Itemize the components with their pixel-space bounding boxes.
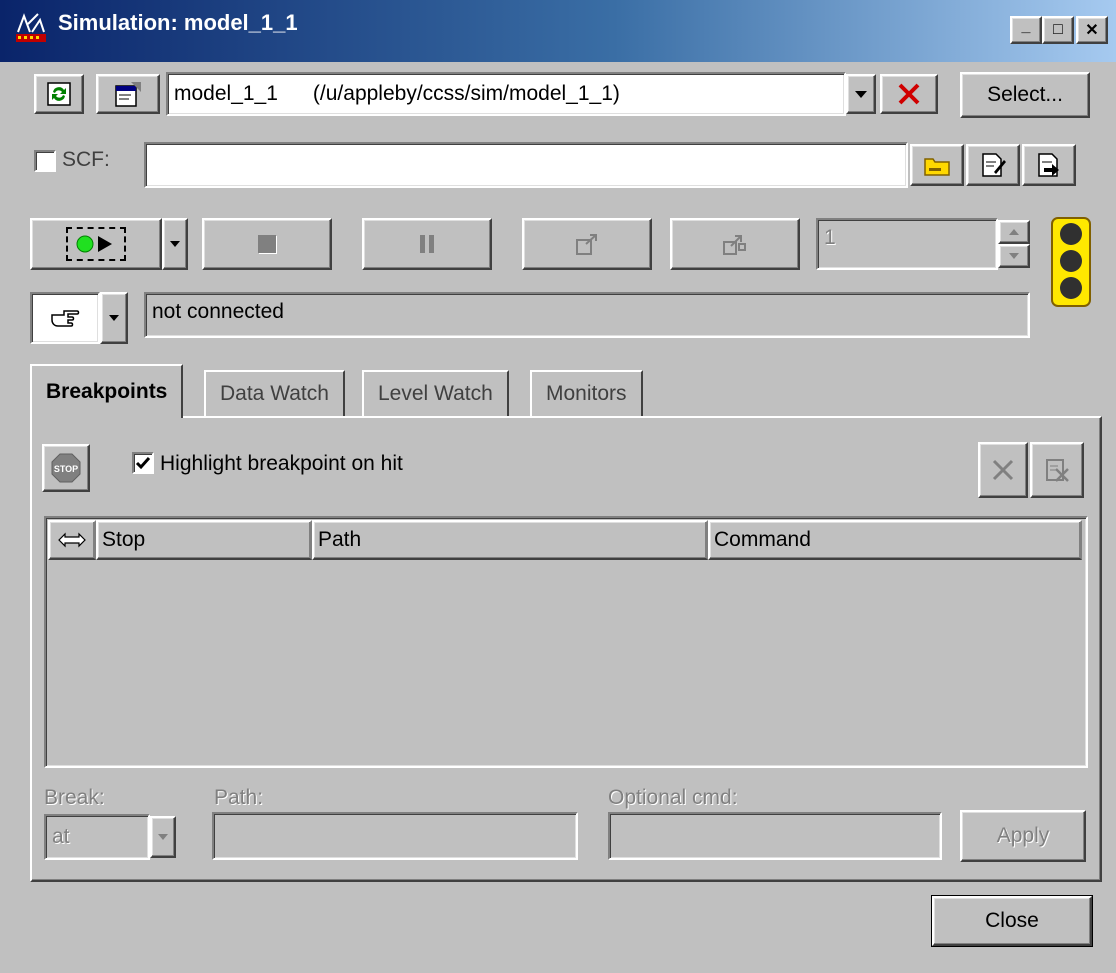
stop-button[interactable] xyxy=(202,218,332,270)
close-label: Close xyxy=(985,909,1039,932)
tab-monitors-label: Monitors xyxy=(546,382,627,405)
model-value: model_1_1 (/u/appleby/ccss/sim/model_1_1… xyxy=(174,82,620,105)
maximize-icon: □ xyxy=(1053,21,1063,38)
scf-label: SCF: xyxy=(62,148,110,171)
tab-level-watch[interactable]: Level Watch xyxy=(362,370,509,416)
minimize-button[interactable]: _ xyxy=(1010,16,1042,44)
apply-button[interactable]: Apply xyxy=(960,810,1086,862)
folder-icon xyxy=(924,158,950,176)
traffic-light-icon xyxy=(1050,216,1092,308)
step-count-field[interactable]: 1 xyxy=(816,218,998,270)
highlight-checkbox[interactable] xyxy=(132,452,154,474)
optional-cmd-field[interactable] xyxy=(608,812,942,860)
hand-pointer-icon xyxy=(51,310,80,327)
minimize-icon: _ xyxy=(1021,18,1031,35)
step-over-button[interactable] xyxy=(670,218,800,270)
tab-level-watch-label: Level Watch xyxy=(378,382,493,405)
path-field[interactable] xyxy=(212,812,578,860)
clear-model-button[interactable] xyxy=(880,74,938,114)
refresh-icon xyxy=(47,82,71,106)
step-button[interactable] xyxy=(522,218,652,270)
model-properties-button[interactable] xyxy=(96,74,160,114)
column-header-stop[interactable]: Stop xyxy=(96,520,312,560)
refresh-model-button[interactable] xyxy=(34,74,84,114)
spin-up-icon xyxy=(1009,229,1019,235)
maximize-button[interactable]: □ xyxy=(1042,16,1074,44)
apply-label: Apply xyxy=(996,824,1050,847)
column-path-label: Path xyxy=(318,528,362,551)
model-combobox[interactable]: model_1_1 (/u/appleby/ccss/sim/model_1_1… xyxy=(166,72,846,116)
run-mode-dropdown[interactable] xyxy=(162,218,188,270)
title-bar: Simulation: model_1_1 _ □ ✕ xyxy=(0,0,1116,64)
spin-down-icon xyxy=(1009,253,1019,259)
red-x-icon xyxy=(898,83,920,105)
delete-breakpoint-button[interactable] xyxy=(978,442,1028,498)
delete-x-icon xyxy=(992,459,1014,481)
load-document-icon xyxy=(1038,153,1059,177)
close-window-button[interactable]: ✕ xyxy=(1076,16,1108,44)
column-command-label: Command xyxy=(714,528,811,551)
chevron-down-icon xyxy=(855,91,867,98)
focus-rect xyxy=(66,227,126,261)
scf-path-field[interactable] xyxy=(144,142,908,188)
break-select[interactable]: at xyxy=(44,814,150,860)
scf-checkbox[interactable] xyxy=(34,150,56,172)
delete-all-breakpoints-button[interactable] xyxy=(1030,442,1084,498)
resize-horizontal-icon xyxy=(58,532,86,548)
close-icon: ✕ xyxy=(1085,22,1099,39)
stop-sign-text: STOP xyxy=(54,464,78,474)
chevron-down-icon xyxy=(170,241,180,247)
pause-button[interactable] xyxy=(362,218,492,270)
run-icon xyxy=(76,235,112,253)
window-title: Simulation: model_1_1 xyxy=(58,10,298,35)
tab-data-watch-label: Data Watch xyxy=(220,382,329,405)
column-header-command[interactable]: Command xyxy=(708,520,1082,560)
tab-breakpoints[interactable]: Breakpoints xyxy=(30,364,184,418)
tab-monitors[interactable]: Monitors xyxy=(530,370,643,416)
path-label: Path: xyxy=(214,786,264,809)
step-count-value: 1 xyxy=(824,226,836,249)
step-icon xyxy=(576,234,597,255)
chevron-down-icon xyxy=(109,315,119,321)
column-stop-label: Stop xyxy=(102,528,146,551)
properties-icon xyxy=(115,82,141,107)
scf-edit-button[interactable] xyxy=(966,144,1020,186)
app-icon xyxy=(14,10,48,44)
optional-cmd-label: Optional cmd: xyxy=(608,786,738,809)
highlight-label: Highlight breakpoint on hit xyxy=(160,452,403,475)
checkmark-icon xyxy=(135,457,151,470)
step-over-icon xyxy=(723,235,746,255)
delete-all-icon xyxy=(1046,459,1069,482)
connect-mode-dropdown[interactable] xyxy=(100,292,128,344)
select-label: Select... xyxy=(987,83,1063,106)
column-resize-handle[interactable] xyxy=(48,520,96,560)
model-dropdown-button[interactable] xyxy=(846,74,876,114)
pause-icon xyxy=(420,235,434,253)
stop-icon xyxy=(258,235,276,253)
add-breakpoint-button[interactable]: STOP xyxy=(42,444,90,492)
break-dropdown-button[interactable] xyxy=(150,816,176,858)
status-text: not connected xyxy=(152,300,284,323)
run-button[interactable] xyxy=(30,218,162,270)
select-button[interactable]: Select... xyxy=(960,72,1090,118)
stop-sign-icon: STOP xyxy=(51,453,81,483)
tab-data-watch[interactable]: Data Watch xyxy=(204,370,345,416)
chevron-down-icon xyxy=(158,834,168,840)
tab-breakpoints-label: Breakpoints xyxy=(46,380,168,403)
column-header-path[interactable]: Path xyxy=(312,520,708,560)
edit-document-icon xyxy=(982,153,1006,177)
step-count-down[interactable] xyxy=(998,244,1030,268)
close-button[interactable]: Close xyxy=(931,895,1093,947)
status-field: not connected xyxy=(144,292,1030,338)
scf-browse-button[interactable] xyxy=(910,144,964,186)
connect-mode-button[interactable] xyxy=(30,292,100,344)
step-count-up[interactable] xyxy=(998,220,1030,244)
scf-load-button[interactable] xyxy=(1022,144,1076,186)
break-label: Break: xyxy=(44,786,105,809)
break-value: at xyxy=(52,825,70,848)
